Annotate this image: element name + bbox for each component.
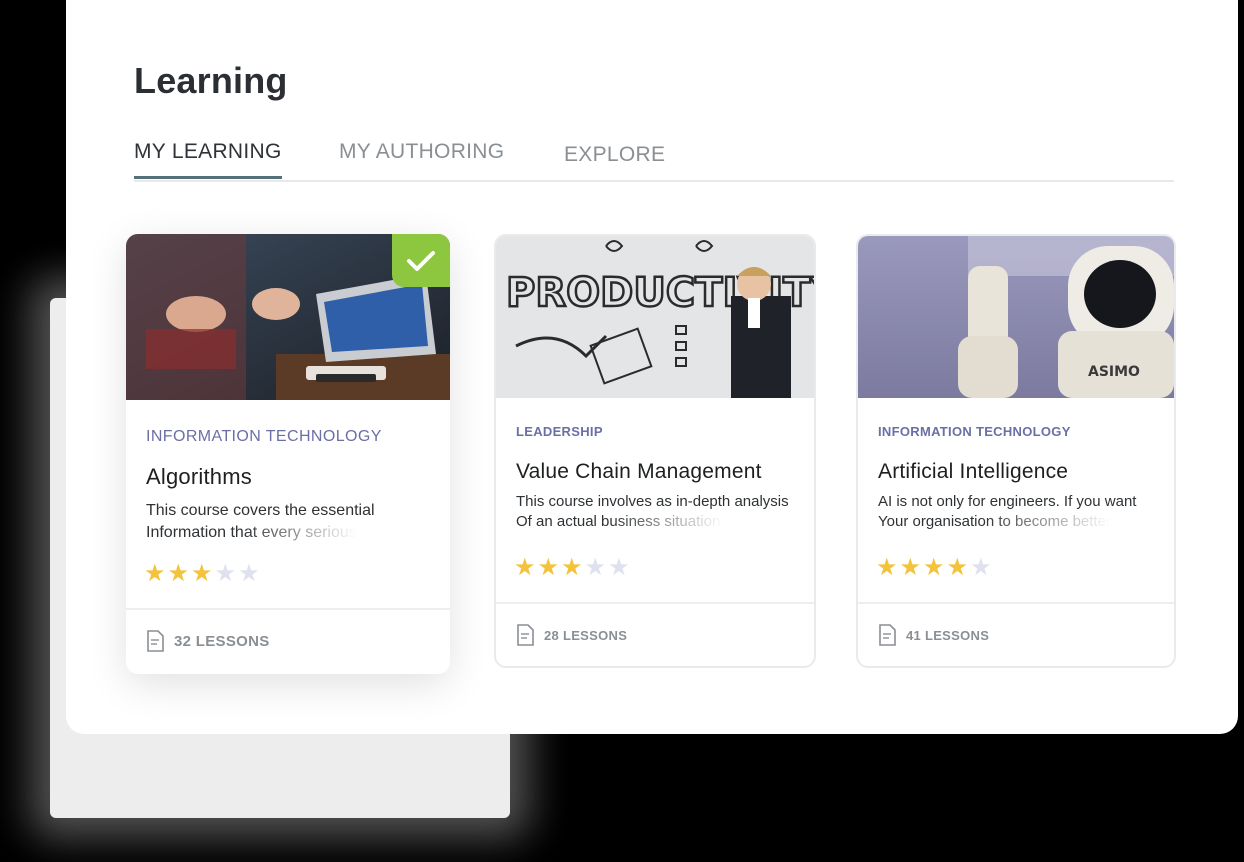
rating-stars: ★ ★ ★ ★ ★ <box>144 562 260 586</box>
card-divider <box>858 602 1174 604</box>
lessons-count: 41 LESSONS <box>878 624 989 646</box>
course-description: AI is not only for engineers. If you wan… <box>878 492 1168 532</box>
lessons-label: 28 LESSONS <box>544 627 628 643</box>
rating-stars: ★ ★ ★ ★ ★ <box>514 556 630 580</box>
star-filled-icon: ★ <box>923 554 945 581</box>
course-title: Algorithms <box>146 464 252 489</box>
description-line-2: Your organisation to become better <box>878 513 1111 530</box>
document-icon <box>517 624 534 646</box>
star-empty-icon: ★ <box>608 554 630 581</box>
course-title: Artificial Intelligence <box>878 460 1069 483</box>
course-card-artificial-intelligence[interactable]: ASIMO INFORMATION TECHNOLOGY Artificial … <box>856 234 1176 668</box>
description-line-1: AI is not only for engineers. If you wan… <box>878 493 1137 510</box>
star-filled-icon: ★ <box>561 554 583 581</box>
star-filled-icon: ★ <box>876 554 898 581</box>
course-category: INFORMATION TECHNOLOGY <box>146 428 382 445</box>
course-title: Value Chain Management <box>516 460 762 483</box>
card-divider <box>496 602 814 604</box>
completed-badge <box>392 234 450 287</box>
tab-bar: MY LEARNING MY AUTHORING EXPLORE <box>134 140 1174 182</box>
tab-explore[interactable]: EXPLORE <box>564 143 665 179</box>
course-description: This course involves as in-depth analysi… <box>516 492 808 532</box>
lessons-label: 32 LESSONS <box>174 632 270 650</box>
lessons-count: 32 LESSONS <box>146 630 270 652</box>
course-category: LEADERSHIP <box>516 424 603 439</box>
star-filled-icon: ★ <box>899 554 922 581</box>
course-description: This course covers the essential Informa… <box>146 500 444 544</box>
document-icon <box>147 630 164 652</box>
description-line-2: Of an actual business situation. <box>516 513 725 530</box>
description-line-1: This course involves as in-depth analysi… <box>516 493 789 510</box>
star-empty-icon: ★ <box>584 554 607 581</box>
course-image-productivity-wall: PRODUCTIVITY <box>496 236 814 398</box>
course-card-value-chain[interactable]: PRODUCTIVITY LEADERSHIP Value Chain Mana… <box>494 234 816 668</box>
page-title: Learning <box>134 60 288 101</box>
course-image-asimo-robot: ASIMO <box>858 236 1174 398</box>
star-filled-icon: ★ <box>191 560 213 587</box>
checkmark-icon <box>407 250 435 271</box>
course-category: INFORMATION TECHNOLOGY <box>878 424 1071 439</box>
card-divider <box>126 608 450 610</box>
tab-my-authoring[interactable]: MY AUTHORING <box>339 140 504 176</box>
image-robot-text: ASIMO <box>1088 364 1140 380</box>
star-empty-icon: ★ <box>970 554 992 581</box>
document-icon <box>879 624 896 646</box>
star-empty-icon: ★ <box>214 560 237 587</box>
description-line-1: This course covers the essential <box>146 502 375 519</box>
star-filled-icon: ★ <box>167 560 190 587</box>
star-empty-icon: ★ <box>238 560 260 587</box>
learning-panel: Learning MY LEARNING MY AUTHORING EXPLOR… <box>66 0 1238 734</box>
star-filled-icon: ★ <box>946 554 969 581</box>
tab-my-learning[interactable]: MY LEARNING <box>134 140 282 179</box>
star-filled-icon: ★ <box>537 554 560 581</box>
description-line-2: Information that every serious <box>146 524 357 541</box>
course-card-algorithms[interactable]: INFORMATION TECHNOLOGY Algorithms This c… <box>126 234 450 674</box>
rating-stars: ★ ★ ★ ★ ★ <box>876 556 992 580</box>
star-filled-icon: ★ <box>144 560 166 587</box>
star-filled-icon: ★ <box>514 554 536 581</box>
lessons-label: 41 LESSONS <box>906 627 990 643</box>
lessons-count: 28 LESSONS <box>516 624 627 646</box>
